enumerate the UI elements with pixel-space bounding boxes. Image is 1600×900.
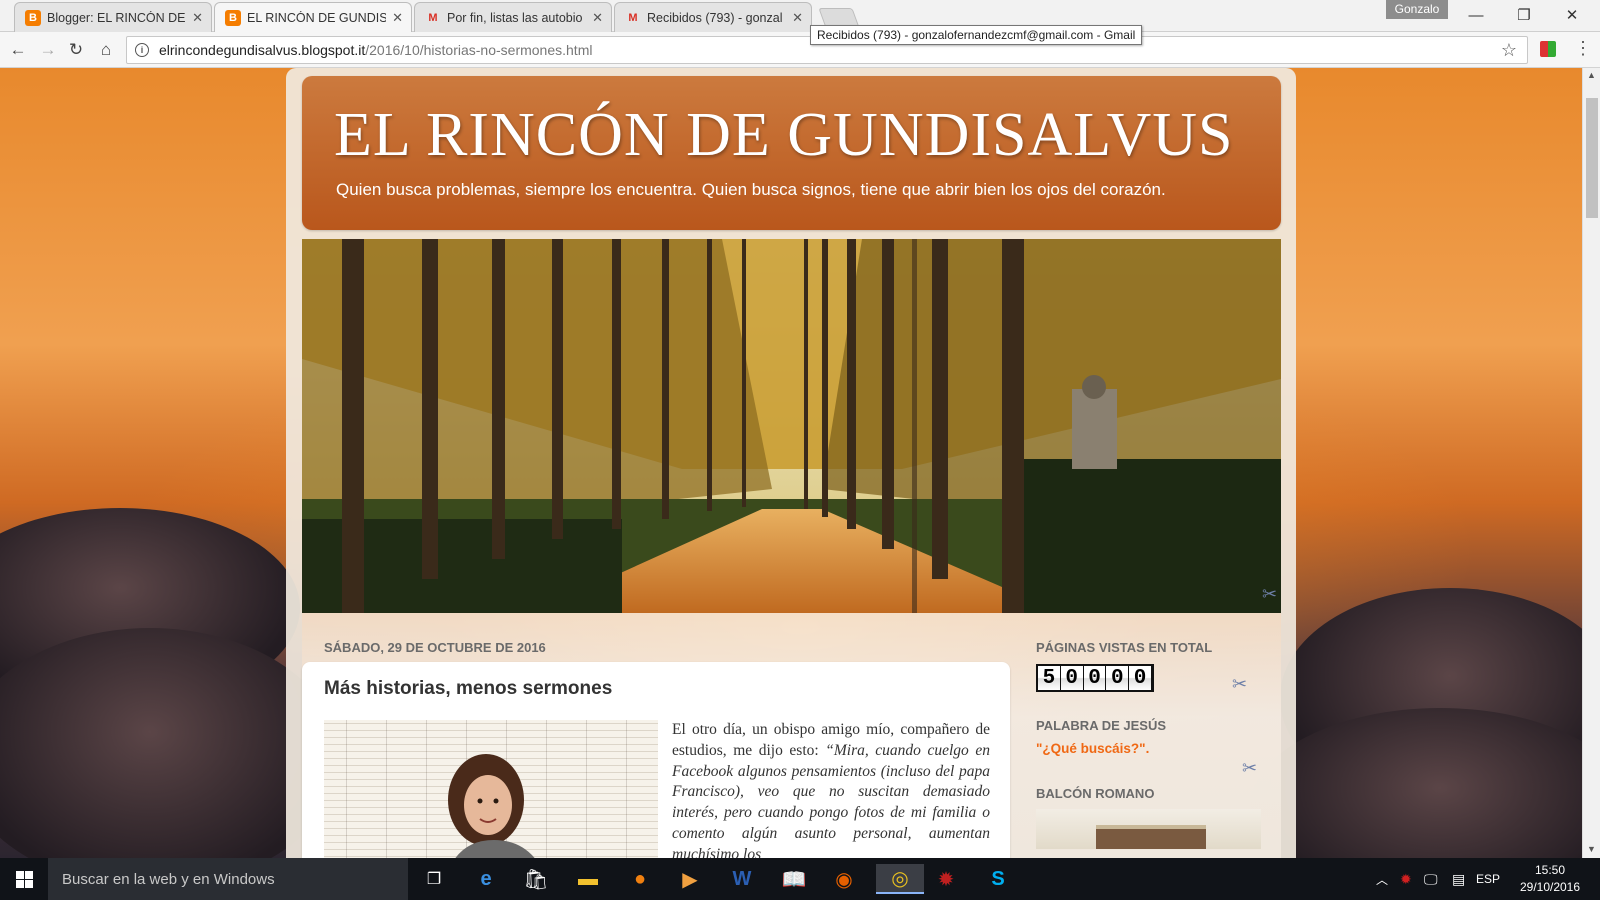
close-window-icon[interactable]: ✕ [1548,0,1596,30]
close-icon[interactable]: ✕ [392,10,403,26]
autumn-avenue-image [302,239,1281,613]
close-icon[interactable]: ✕ [792,10,803,26]
scroll-down-icon[interactable]: ▼ [1587,844,1596,854]
counter-digit: 0 [1083,666,1106,690]
home-icon[interactable]: ⌂ [94,38,118,62]
post-excerpt: El otro día, un obispo amigo mío, compañ… [672,720,990,858]
blog-title[interactable]: EL RINCÓN DE GUNDISALVUS [334,100,1233,171]
network-icon[interactable]: 🖵 [1424,858,1438,900]
task-view-icon[interactable]: ❐ [418,864,450,894]
post-image[interactable] [324,720,658,858]
gmail-icon: M [628,11,638,24]
window-shutter-image [1096,825,1206,849]
tab-gmail-thread[interactable]: M Por fin, listas las autobio ✕ [414,2,612,32]
palabra-title: PALABRA DE JESÚS [1036,718,1167,733]
skype-icon[interactable]: S [982,864,1014,894]
header-image [302,239,1281,613]
minimize-icon[interactable]: — [1452,0,1500,30]
post-card: Más historias, menos sermones El otro dí… [302,662,1010,858]
scroll-up-icon[interactable]: ▲ [1587,70,1596,80]
blogger-icon: B [225,9,241,26]
tray-overflow-icon[interactable]: ︿ [1376,858,1388,900]
back-icon[interactable]: ← [6,38,30,62]
taskbar: Buscar en la web y en Windows ❐ e 🛍 ▬ ● … [0,858,1600,900]
antivirus-icon[interactable]: ✹ [930,864,962,894]
tab-blog-post[interactable]: B EL RINCÓN DE GUNDISA ✕ [214,2,412,32]
windows-logo-icon [15,870,33,888]
tab-title: EL RINCÓN DE GUNDISA [247,10,387,25]
blog-header: EL RINCÓN DE GUNDISALVUS Quien busca pro… [302,76,1281,230]
post-title[interactable]: Más historias, menos sermones [324,678,612,700]
pageviews-counter: 5 0 0 0 0 [1036,664,1154,692]
url-host: elrincondegundisalvus.blogspot.it [159,42,366,58]
taskbar-search[interactable]: Buscar en la web y en Windows [48,858,408,900]
file-explorer-icon[interactable]: ▬ [572,864,604,894]
close-icon[interactable]: ✕ [592,10,603,26]
tab-tooltip: Recibidos (793) - gonzalofernandezcmf@gm… [810,25,1143,45]
balcon-title: BALCÓN ROMANO [1036,786,1155,801]
language-indicator[interactable]: ESP [1476,858,1500,900]
counter-digit: 0 [1129,666,1151,690]
vertical-scrollbar[interactable]: ▲ ▼ [1582,68,1600,858]
tab-title: Recibidos (793) - gonzal [647,10,783,25]
counter-digit: 0 [1106,666,1129,690]
tab-gmail-inbox[interactable]: M Recibidos (793) - gonzal ✕ [614,2,812,32]
store-icon[interactable]: 🛍 [520,864,552,894]
url-path: /2016/10/historias-no-sermones.html [365,42,593,58]
bookmark-star-icon[interactable]: ☆ [1501,40,1517,61]
clock-date: 29/10/2016 [1519,880,1581,894]
forward-icon[interactable]: → [36,38,60,62]
clock-time: 15:50 [1534,863,1566,877]
vlc-icon[interactable]: ● [624,864,656,894]
tab-title: Por fin, listas las autobio [447,10,583,25]
tray-antivirus-icon[interactable]: ✹ [1400,858,1412,900]
windows-start-button[interactable] [0,858,48,900]
bible-app-icon[interactable]: 📖 [778,864,810,894]
edit-wrench-icon[interactable]: ✂ [1262,584,1277,605]
palabra-quote: "¿Qué buscáis?". [1036,741,1150,756]
word-icon[interactable]: W [726,864,758,894]
gmail-icon: M [428,11,438,24]
page-viewport: EL RINCÓN DE GUNDISALVUS Quien busca pro… [0,68,1582,858]
woman-with-book-image [448,754,535,858]
clock[interactable]: 15:50 29/10/2016 [1510,862,1590,896]
extension-icon[interactable] [1540,41,1556,57]
restore-icon[interactable]: ❐ [1500,0,1548,30]
sidebar: PÁGINAS VISTAS EN TOTAL 5 0 0 0 0 PALABR… [1036,640,1276,849]
edge-icon[interactable]: e [470,864,502,894]
scroll-thumb[interactable] [1586,98,1598,218]
tab-blogger-dashboard[interactable]: B Blogger: EL RINCÓN DE ✕ [14,2,212,32]
post-date: SÁBADO, 29 DE OCTUBRE DE 2016 [324,640,546,655]
edit-wrench-icon[interactable]: ✂ [1242,758,1257,779]
blog-description: Quien busca problemas, siempre los encue… [336,180,1166,199]
pageviews-title: PÁGINAS VISTAS EN TOTAL [1036,640,1213,655]
palabra-widget: PALABRA DE JESÚS "¿Qué buscáis?". [1036,718,1276,756]
reload-icon[interactable]: ↻ [64,38,88,62]
tab-strip: B Blogger: EL RINCÓN DE ✕ B EL RINCÓN DE… [0,0,1600,32]
notifications-icon[interactable]: ▤ [1452,858,1465,900]
blogger-icon: B [25,9,41,26]
tab-title: Blogger: EL RINCÓN DE [47,10,186,25]
close-icon[interactable]: ✕ [192,10,203,26]
profile-button[interactable]: Gonzalo [1386,0,1448,19]
browser-toolbar: ← → ↻ ⌂ i elrincondegundisalvus.blogspot… [0,32,1600,68]
counter-digit: 5 [1038,666,1060,690]
edit-wrench-icon[interactable]: ✂ [1232,674,1247,695]
firefox-icon[interactable]: ◉ [828,864,860,894]
balcon-image[interactable] [1036,809,1261,849]
browser-menu-icon[interactable]: ⋮ [1574,38,1592,59]
media-player-icon[interactable]: ▶ [674,864,706,894]
counter-digit: 0 [1060,666,1083,690]
info-icon[interactable]: i [135,43,149,57]
balcon-widget: BALCÓN ROMANO [1036,786,1276,849]
chrome-icon[interactable]: ◎ [876,864,924,894]
